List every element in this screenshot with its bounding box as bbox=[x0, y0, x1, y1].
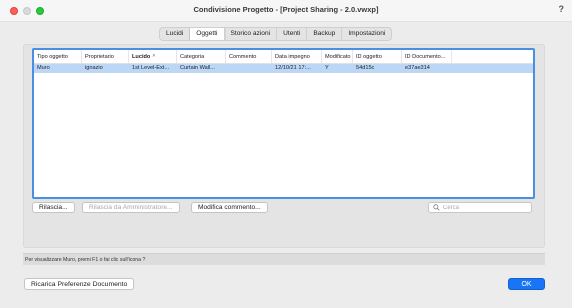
tab-storico-azioni[interactable]: Storico azioni bbox=[225, 28, 278, 40]
tab-impostazioni[interactable]: Impostazioni bbox=[342, 28, 391, 40]
cell-commento bbox=[226, 64, 272, 73]
tab-utenti[interactable]: Utenti bbox=[277, 28, 308, 40]
window-title: Condivisione Progetto - [Project Sharing… bbox=[193, 5, 379, 14]
column-header-tipo-oggetto[interactable]: Tipo oggetto bbox=[34, 50, 82, 63]
help-icon[interactable]: ? bbox=[559, 4, 565, 14]
column-header-modificato[interactable]: Modificato bbox=[322, 50, 353, 63]
column-header-proprietario[interactable]: Proprietario bbox=[82, 50, 129, 63]
cell-tipo-oggetto: Muro bbox=[37, 65, 50, 71]
title-bar: Condivisione Progetto - [Project Sharing… bbox=[0, 0, 572, 22]
column-header-lucido[interactable]: Lucido ^ bbox=[129, 50, 177, 63]
status-help-text: Per visualizzare Muro, premi F1 o fai cl… bbox=[23, 253, 545, 265]
column-header-data-impegno[interactable]: Data impegno bbox=[272, 50, 322, 63]
project-sharing-dialog: Condivisione Progetto - [Project Sharing… bbox=[0, 0, 572, 308]
cell-id-oggetto: 54d15c bbox=[356, 65, 375, 71]
reload-document-preferences-button[interactable]: Ricarica Preferenze Documento bbox=[24, 278, 135, 290]
search-field[interactable] bbox=[428, 202, 532, 213]
cell-data-impegno: 12/10/21 17:... bbox=[275, 65, 311, 71]
sort-ascending-icon: ^ bbox=[152, 54, 156, 60]
release-button[interactable]: Rilascia... bbox=[32, 202, 75, 213]
tab-backup[interactable]: Backup bbox=[307, 28, 343, 40]
table-row[interactable]: Muro ignazio 1st Level-Ext... Curtain Wa… bbox=[34, 64, 533, 73]
objects-table[interactable]: Tipo oggetto Proprietario Lucido ^ Catego… bbox=[32, 48, 535, 199]
cell-id-documento: e37ae314 bbox=[405, 65, 430, 71]
search-icon bbox=[433, 204, 440, 211]
cell-lucido: 1st Level-Ext... bbox=[132, 65, 169, 71]
ok-button[interactable]: OK bbox=[508, 278, 545, 290]
table-header: Tipo oggetto Proprietario Lucido ^ Catego… bbox=[34, 50, 533, 64]
objects-panel: Tipo oggetto Proprietario Lucido ^ Catego… bbox=[23, 44, 545, 248]
tab-bar: Lucidi Oggetti Storico azioni Utenti Bac… bbox=[159, 27, 393, 41]
column-header-id-documento[interactable]: ID Documento... bbox=[402, 50, 452, 63]
cell-proprietario: ignazio bbox=[85, 65, 103, 71]
column-header-id-oggetto[interactable]: ID oggetto bbox=[353, 50, 402, 63]
admin-release-button[interactable]: Rilascia da Amministratore... bbox=[82, 202, 180, 213]
search-input[interactable] bbox=[440, 204, 528, 211]
cell-modificato: Y bbox=[325, 65, 329, 71]
cell-categoria: Curtain Wall... bbox=[180, 65, 215, 71]
edit-comment-button[interactable]: Modifica commento... bbox=[191, 202, 268, 213]
tab-oggetti[interactable]: Oggetti bbox=[190, 28, 225, 40]
column-header-commento[interactable]: Commento bbox=[226, 50, 272, 63]
tab-lucidi[interactable]: Lucidi bbox=[160, 28, 191, 40]
column-header-lucido-label: Lucido bbox=[132, 54, 151, 60]
column-header-categoria[interactable]: Categoria bbox=[177, 50, 226, 63]
